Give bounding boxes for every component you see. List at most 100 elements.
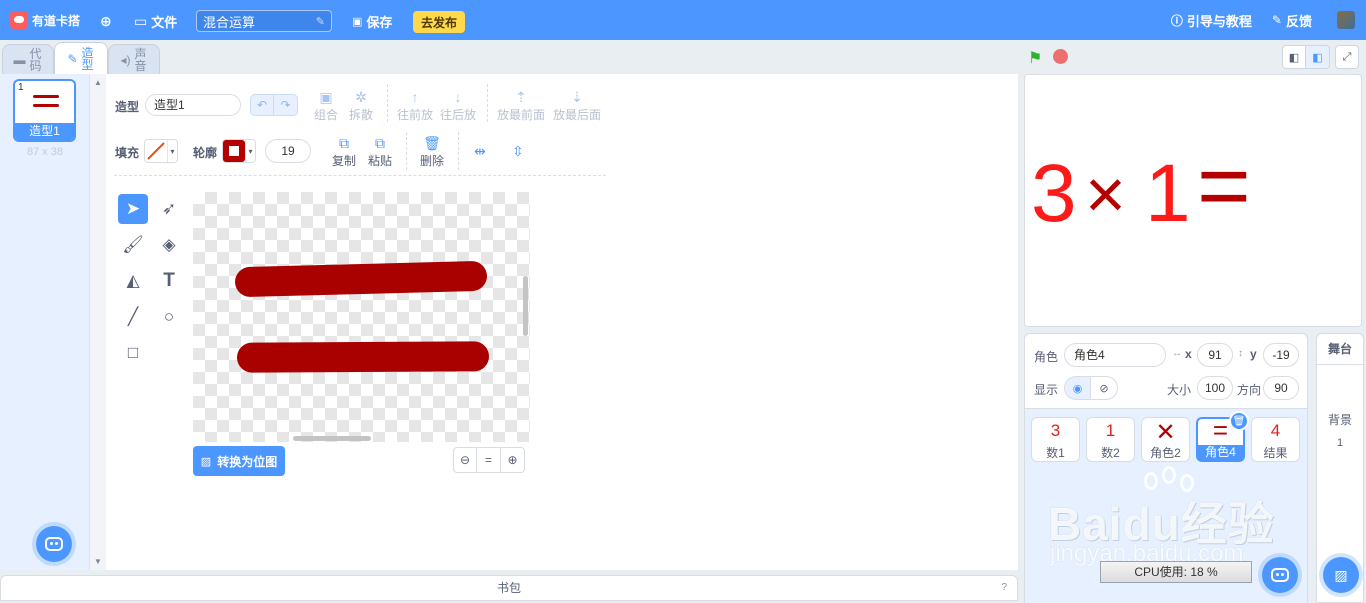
zoom-in-icon: ⊕ <box>507 453 518 467</box>
undo-redo-group: ↶ ↷ <box>250 94 298 116</box>
divider <box>458 132 459 170</box>
group-button[interactable]: ▣ 组合 <box>314 88 338 123</box>
x-input[interactable]: 91 <box>1197 343 1233 367</box>
canvas-vertical-scrollbar[interactable] <box>523 276 528 336</box>
size-input[interactable]: 100 <box>1197 376 1233 400</box>
outline-color-picker[interactable]: ▾ <box>222 139 256 163</box>
feedback-button[interactable]: ✎ 反馈 <box>1272 11 1312 30</box>
small-stage-icon: ◧ <box>1288 51 1300 64</box>
stage-sprite-3[interactable]: 3 <box>1031 153 1077 235</box>
vertical-arrows-icon: ↕ <box>1238 348 1243 359</box>
stage-sprite-1[interactable]: 1 <box>1145 153 1191 235</box>
choose-sprite-button[interactable] <box>1262 557 1298 593</box>
eraser-tool[interactable]: ◈ <box>154 230 184 260</box>
sprite-tile[interactable]: 3 数1 <box>1031 417 1080 462</box>
backpack-bar[interactable]: 书包 ? <box>0 575 1018 601</box>
normal-stage-button[interactable]: ◧ <box>1306 45 1330 69</box>
shape-bar-bottom[interactable] <box>236 341 490 373</box>
ungroup-button[interactable]: ✲ 拆散 <box>349 88 373 123</box>
flip-vertical-button[interactable]: ⇳ <box>512 142 524 160</box>
redo-button[interactable]: ↷ <box>274 94 298 116</box>
forward-label: 往前放 <box>397 108 434 122</box>
fill-color-picker[interactable]: ▾ <box>144 139 178 163</box>
x-label: x <box>1185 347 1192 361</box>
line-tool[interactable]: ╱ <box>118 302 148 332</box>
sprite-name-input[interactable]: 角色4 <box>1064 343 1166 367</box>
zoom-in-button[interactable]: ⊕ <box>501 447 525 473</box>
show-button[interactable]: ◉ <box>1064 376 1091 400</box>
direction-input[interactable]: 90 <box>1263 376 1299 400</box>
drawing-canvas[interactable] <box>193 192 530 442</box>
costume-size: 87 x 38 <box>26 146 64 158</box>
tab-sounds[interactable]: ◂) 声音 <box>108 44 160 75</box>
flip-horizontal-button[interactable]: ⇹ <box>474 142 486 160</box>
help-icon[interactable]: ? <box>1001 576 1007 600</box>
stage-sprite-times[interactable]: × <box>1085 153 1126 235</box>
avatar[interactable] <box>1337 11 1355 29</box>
brush-tool[interactable]: 🖌 <box>118 230 148 260</box>
fill-tool[interactable]: ◭ <box>118 266 148 296</box>
costume-item[interactable]: 1 造型1 <box>13 79 76 142</box>
watermark: Baidu经验 jingyan.baidu.com <box>1048 466 1298 576</box>
file-menu[interactable]: ▭ 文件 <box>134 12 177 31</box>
select-tool[interactable]: ➤ <box>118 194 148 224</box>
sprite-tile[interactable]: ✕ 角色2 <box>1141 417 1190 462</box>
delete-sprite-icon[interactable]: 🗑 <box>1229 411 1249 431</box>
stage[interactable]: 3 × 1 = <box>1024 74 1362 327</box>
sprite-tile[interactable]: 4 结果 <box>1251 417 1300 462</box>
backward-button[interactable]: ↓ 往后放 <box>440 88 476 123</box>
scroll-up-icon[interactable]: ▲ <box>94 78 102 87</box>
tab-costumes[interactable]: ✎ 造型 <box>54 42 108 75</box>
paste-button[interactable]: ⧉ 粘贴 <box>368 134 392 169</box>
convert-to-bitmap-button[interactable]: ▨ 转换为位图 <box>193 446 285 476</box>
hide-button[interactable]: ⊘ <box>1091 376 1118 400</box>
cursor-icon: ➤ <box>125 199 141 218</box>
choose-backdrop-button[interactable]: ▨ <box>1323 557 1359 593</box>
tab-code[interactable]: ▬ 代码 <box>2 44 54 75</box>
y-input[interactable]: -19 <box>1263 343 1299 367</box>
redo-icon: ↷ <box>280 98 291 112</box>
copy-button[interactable]: ⧉ 复制 <box>332 134 356 169</box>
save-button[interactable]: ▣ 保存 <box>352 12 392 31</box>
forward-button[interactable]: ↑ 往前放 <box>397 88 433 123</box>
logo[interactable]: 有道卡搭 <box>0 11 92 29</box>
shape-bar-top[interactable] <box>234 260 488 298</box>
fullscreen-button[interactable]: ⤢ <box>1335 45 1359 69</box>
stage-sprite-equals[interactable]: = <box>1197 140 1251 232</box>
delete-button[interactable]: 🗑 删除 <box>420 134 444 169</box>
scroll-down-icon[interactable]: ▼ <box>94 557 102 566</box>
front-button[interactable]: ⇡ 放最前面 <box>497 88 545 123</box>
reshape-icon: ➶ <box>161 199 177 218</box>
green-flag-icon[interactable]: ⚑ <box>1028 48 1042 68</box>
back-button[interactable]: ⇣ 放最后面 <box>553 88 601 123</box>
fill-label: 填充 <box>115 146 140 160</box>
zoom-out-button[interactable]: ⊖ <box>453 447 477 473</box>
outline-swatch <box>223 140 245 162</box>
zoom-reset-button[interactable]: = <box>477 447 501 473</box>
project-title-input[interactable]: 混合运算 ✎ <box>196 10 332 32</box>
sprite-tile-selected[interactable]: = 角色4 🗑 <box>1196 411 1249 462</box>
ungroup-icon: ✲ <box>355 89 367 105</box>
publish-button[interactable]: 去发布 <box>413 11 465 33</box>
costume-name-input[interactable]: 造型1 <box>145 94 241 116</box>
small-stage-button[interactable]: ◧ <box>1282 45 1306 69</box>
canvas-horizontal-scrollbar[interactable] <box>293 436 371 441</box>
fill-swatch <box>145 140 167 162</box>
guide-button[interactable]: ⓘ 引导与教程 <box>1171 11 1252 30</box>
choose-costume-button[interactable] <box>36 526 72 562</box>
stop-icon[interactable] <box>1053 49 1068 64</box>
circle-tool[interactable]: ○ <box>154 302 184 332</box>
group-label: 组合 <box>314 108 339 122</box>
sprite-tile[interactable]: 1 数2 <box>1086 417 1135 462</box>
size-label: 大小 <box>1167 383 1192 397</box>
sprite-tile-name: 结果 <box>1263 446 1288 460</box>
text-tool[interactable]: T <box>154 266 184 296</box>
language-button[interactable]: ⊕ <box>100 13 116 30</box>
costume-list-scrollbar[interactable]: ▲ ▼ <box>90 74 106 570</box>
backward-icon: ↓ <box>454 89 462 105</box>
rectangle-tool[interactable]: □ <box>118 338 148 368</box>
brush-icon: ✎ <box>67 52 78 66</box>
reshape-tool[interactable]: ➶ <box>154 194 184 224</box>
stroke-width-input[interactable]: 19 <box>265 139 311 163</box>
undo-button[interactable]: ↶ <box>250 94 274 116</box>
